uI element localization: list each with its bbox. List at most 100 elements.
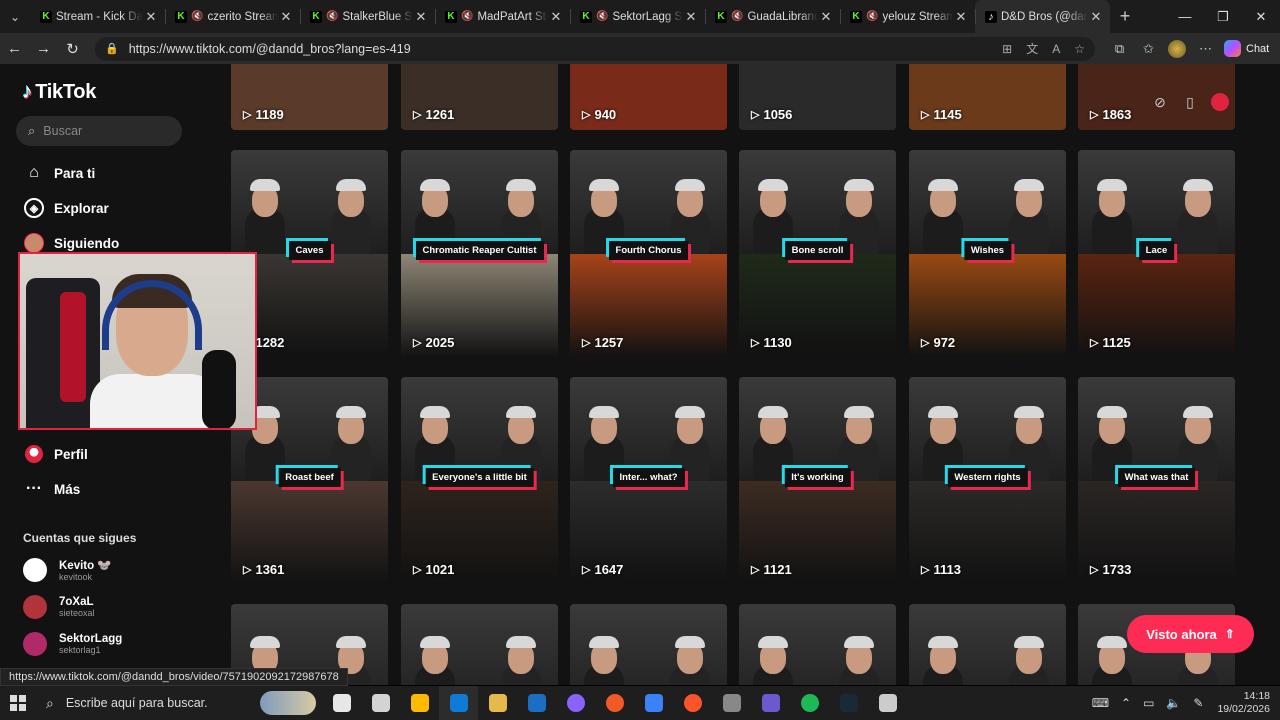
back-icon[interactable]: ←: [0, 34, 29, 63]
close-tab-icon[interactable]: ✕: [1088, 9, 1104, 25]
visto-ahora-button[interactable]: Visto ahora ⇑: [1127, 615, 1254, 653]
browser-tab[interactable]: K 🔇 yelouz Stream - Kick✕: [840, 0, 975, 33]
video-thumbnail[interactable]: [570, 604, 727, 685]
favorite-star-icon[interactable]: ☆: [1074, 42, 1085, 56]
video-thumbnail[interactable]: Fourth Chorus ▷ 1257: [570, 150, 727, 358]
translate-icon[interactable]: 文: [1026, 40, 1038, 57]
video-thumbnail[interactable]: [909, 604, 1066, 685]
nav-siguiendo[interactable]: Siguiendo: [23, 232, 119, 254]
new-tab-button[interactable]: +: [1110, 6, 1140, 27]
copilot-chat-button[interactable]: Chat: [1224, 40, 1269, 57]
close-tab-icon[interactable]: ✕: [818, 9, 834, 25]
minimize-icon[interactable]: —: [1166, 0, 1204, 33]
browser-tab[interactable]: K 🔇 GuadaLibrandi Stream✕: [705, 0, 840, 33]
muted-speaker-icon[interactable]: 🔇: [731, 11, 743, 22]
close-tab-icon[interactable]: ✕: [548, 9, 564, 25]
video-thumbnail[interactable]: Wishes ▷ 972: [909, 150, 1066, 358]
volume-icon[interactable]: 🔈: [1166, 696, 1181, 710]
address-url[interactable]: https://www.tiktok.com/@dandd_bros?lang=…: [129, 42, 988, 56]
copilot-app-icon[interactable]: [400, 686, 439, 720]
epic-games-icon[interactable]: [361, 686, 400, 720]
browser-tab[interactable]: K Stream - Kick Dashboard✕: [30, 0, 165, 33]
video-thumbnail[interactable]: ▷ 1261: [401, 64, 558, 130]
profile-mini-avatar[interactable]: [1205, 88, 1235, 116]
keyboard-icon[interactable]: ⌨: [1092, 696, 1109, 710]
browser-tab[interactable]: K 🔇 MadPatArt Stream✕: [435, 0, 570, 33]
spotify-icon[interactable]: [790, 686, 829, 720]
browser-tab[interactable]: K 🔇 SektorLagg Stream✕: [570, 0, 705, 33]
profile-avatar[interactable]: [1168, 39, 1186, 58]
site-info-icon[interactable]: 🔒: [105, 42, 119, 55]
discord-icon[interactable]: [556, 686, 595, 720]
video-thumbnail[interactable]: ▷ 1145: [909, 64, 1066, 130]
close-tab-icon[interactable]: ✕: [143, 9, 159, 25]
nav-explorar[interactable]: ◈ Explorar: [23, 197, 109, 219]
muted-speaker-icon[interactable]: 🔇: [866, 11, 878, 22]
nav-para-ti[interactable]: ⌂ Para ti: [23, 162, 95, 184]
browser-tab[interactable]: ♪ D&D Bros (@dandd_bros)✕: [975, 0, 1110, 33]
video-thumbnail[interactable]: Inter... what? ▷ 1647: [570, 377, 727, 585]
edge-icon[interactable]: [439, 686, 478, 720]
video-thumbnail[interactable]: Lace ▷ 1125: [1078, 150, 1235, 358]
extensions-icon[interactable]: ⧉: [1105, 41, 1134, 57]
address-bar[interactable]: 🔒 https://www.tiktok.com/@dandd_bros?lan…: [95, 36, 1095, 61]
muted-speaker-icon[interactable]: 🔇: [191, 11, 203, 22]
video-thumbnail[interactable]: What was that ▷ 1733: [1078, 377, 1235, 585]
video-thumbnail[interactable]: Everyone's a little bit ▷ 1021: [401, 377, 558, 585]
close-tab-icon[interactable]: ✕: [413, 9, 429, 25]
close-tab-icon[interactable]: ✕: [683, 9, 699, 25]
muted-speaker-icon[interactable]: 🔇: [461, 11, 473, 22]
tiktok-logo[interactable]: ♪ TikTok: [22, 80, 96, 104]
video-thumbnail[interactable]: [401, 604, 558, 685]
read-aloud-icon[interactable]: A: [1052, 42, 1060, 56]
ea-app-icon[interactable]: [595, 686, 634, 720]
battlenet-icon[interactable]: [634, 686, 673, 720]
settings-more-icon[interactable]: ⋯: [1191, 41, 1220, 57]
reload-icon[interactable]: ↻: [58, 34, 87, 63]
maximize-icon[interactable]: ❐: [1204, 0, 1242, 33]
video-thumbnail[interactable]: It's working ▷ 1121: [739, 377, 896, 585]
pen-icon[interactable]: ✎: [1193, 696, 1203, 710]
muted-speaker-icon[interactable]: 🔇: [326, 11, 338, 22]
steam-client-icon[interactable]: [829, 686, 868, 720]
app-available-icon[interactable]: ⊞: [1002, 42, 1012, 56]
view-count-number: 1282: [255, 335, 285, 350]
video-thumbnail[interactable]: [739, 604, 896, 685]
file-explorer-icon[interactable]: [478, 686, 517, 720]
settings-icon[interactable]: [868, 686, 907, 720]
steam-icon[interactable]: [517, 686, 556, 720]
nav-perfil[interactable]: Perfil: [23, 443, 88, 465]
search-input[interactable]: ⌕ Buscar: [16, 116, 182, 146]
video-thumbnail[interactable]: ▷ 940: [570, 64, 727, 130]
tray-overflow-icon[interactable]: ⌃: [1121, 696, 1131, 710]
clock[interactable]: 14:18 19/02/2026: [1217, 690, 1270, 716]
gamepad-icon[interactable]: [751, 686, 790, 720]
nav-mas[interactable]: ··· Más: [23, 478, 80, 500]
close-tab-icon[interactable]: ✕: [953, 9, 969, 25]
forward-icon[interactable]: →: [29, 34, 58, 63]
following-account[interactable]: Kevito 🐭 kevitook: [23, 558, 112, 582]
tab-actions-chevron-icon[interactable]: ⌄: [0, 0, 30, 33]
windows-start-icon[interactable]: [10, 695, 26, 711]
browser-tab[interactable]: K 🔇 czerito Stream - Kick✕: [165, 0, 300, 33]
favorites-icon[interactable]: ✩: [1134, 41, 1163, 57]
close-tab-icon[interactable]: ✕: [278, 9, 294, 25]
browser-tab[interactable]: K 🔇 StalkerBlue Stream✕: [300, 0, 435, 33]
following-account[interactable]: 7oXaL sieteoxal: [23, 595, 95, 619]
compass-icon[interactable]: ⊘: [1145, 88, 1175, 116]
obs-icon[interactable]: [712, 686, 751, 720]
close-window-icon[interactable]: ✕: [1242, 0, 1280, 33]
video-thumbnail[interactable]: ▷ 1056: [739, 64, 896, 130]
video-thumbnail[interactable]: Bone scroll ▷ 1130: [739, 150, 896, 358]
network-icon[interactable]: ▭: [1143, 696, 1154, 710]
task-view-icon[interactable]: [322, 686, 361, 720]
video-thumbnail[interactable]: ▷ 1189: [231, 64, 388, 130]
taskbar-search-input[interactable]: ⌕ Escribe aquí para buscar.: [46, 688, 316, 718]
muted-speaker-icon[interactable]: 🔇: [596, 11, 608, 22]
following-account[interactable]: SektorLagg sektorlag1: [23, 632, 122, 656]
video-thumbnail[interactable]: Chromatic Reaper Cultist ▷ 2025: [401, 150, 558, 358]
video-thumbnail[interactable]: Western rights ▷ 1113: [909, 377, 1066, 585]
brave-icon[interactable]: [673, 686, 712, 720]
device-icon[interactable]: ▯: [1175, 88, 1205, 116]
nav-label: Perfil: [54, 446, 88, 462]
